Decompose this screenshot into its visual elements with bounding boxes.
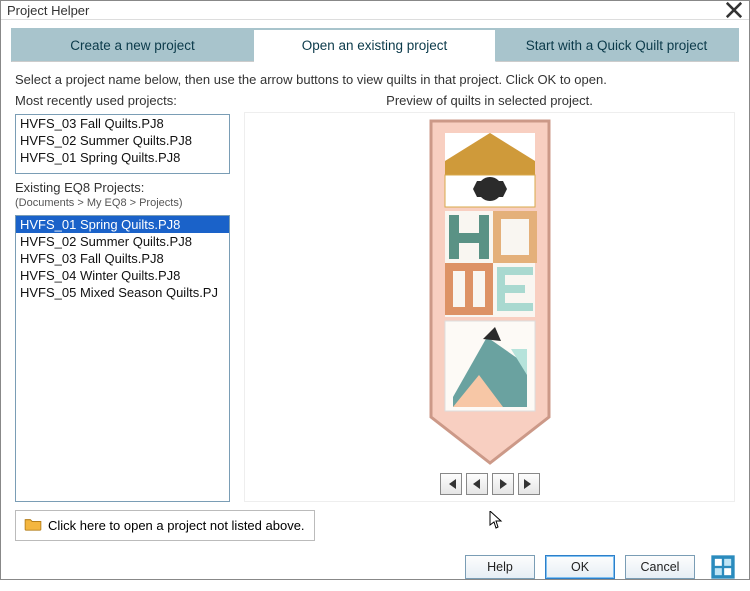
ok-button[interactable]: OK	[545, 555, 615, 579]
prev-button[interactable]	[466, 473, 488, 495]
help-button[interactable]: Help	[465, 555, 535, 579]
preview-label: Preview of quilts in selected project.	[244, 93, 735, 108]
list-item[interactable]: HVFS_03 Fall Quilts.PJ8	[16, 250, 229, 267]
list-item[interactable]: HVFS_03 Fall Quilts.PJ8	[16, 115, 229, 132]
list-item[interactable]: HVFS_02 Summer Quilts.PJ8	[16, 132, 229, 149]
preview-area	[244, 112, 735, 502]
tab-quick-quilt[interactable]: Start with a Quick Quilt project	[496, 29, 738, 61]
tab-bar: Create a new project Open an existing pr…	[11, 28, 739, 62]
app-logo	[709, 553, 737, 581]
open-other-project-button[interactable]: Click here to open a project not listed …	[15, 510, 315, 541]
left-column: Most recently used projects: HVFS_03 Fal…	[15, 93, 230, 502]
titlebar: Project Helper	[1, 1, 749, 20]
open-other-label: Click here to open a project not listed …	[48, 518, 305, 533]
list-item[interactable]: HVFS_04 Winter Quilts.PJ8	[16, 267, 229, 284]
last-button[interactable]	[518, 473, 540, 495]
list-item[interactable]: HVFS_02 Summer Quilts.PJ8	[16, 233, 229, 250]
recent-projects-list[interactable]: HVFS_03 Fall Quilts.PJ8 HVFS_02 Summer Q…	[15, 114, 230, 174]
instruction-text: Select a project name below, then use th…	[15, 72, 735, 87]
existing-path: (Documents > My EQ8 > Projects)	[15, 197, 230, 209]
project-helper-dialog: Project Helper Create a new project Open…	[0, 0, 750, 580]
close-button[interactable]	[725, 1, 743, 19]
window-title: Project Helper	[7, 3, 725, 18]
tab-open-project[interactable]: Open an existing project	[254, 30, 496, 62]
right-column: Preview of quilts in selected project.	[244, 93, 735, 502]
body-row: Most recently used projects: HVFS_03 Fal…	[15, 93, 735, 502]
first-button[interactable]	[440, 473, 462, 495]
footer: Help OK Cancel	[1, 547, 749, 591]
list-item[interactable]: HVFS_01 Spring Quilts.PJ8	[16, 149, 229, 166]
list-item[interactable]: HVFS_05 Mixed Season Quilts.PJ	[16, 284, 229, 301]
cancel-button[interactable]: Cancel	[625, 555, 695, 579]
existing-label: Existing EQ8 Projects:	[15, 180, 230, 195]
folder-icon	[24, 517, 42, 534]
preview-nav	[440, 467, 540, 501]
tab-create-project[interactable]: Create a new project	[12, 29, 254, 61]
existing-projects-list[interactable]: HVFS_01 Spring Quilts.PJ8 HVFS_02 Summer…	[15, 215, 230, 502]
next-button[interactable]	[492, 473, 514, 495]
list-item[interactable]: HVFS_01 Spring Quilts.PJ8	[16, 216, 229, 233]
recent-label: Most recently used projects:	[15, 93, 230, 108]
quilt-preview-image	[427, 117, 553, 467]
content-pane: Select a project name below, then use th…	[1, 62, 749, 506]
preview-canvas	[245, 113, 734, 467]
